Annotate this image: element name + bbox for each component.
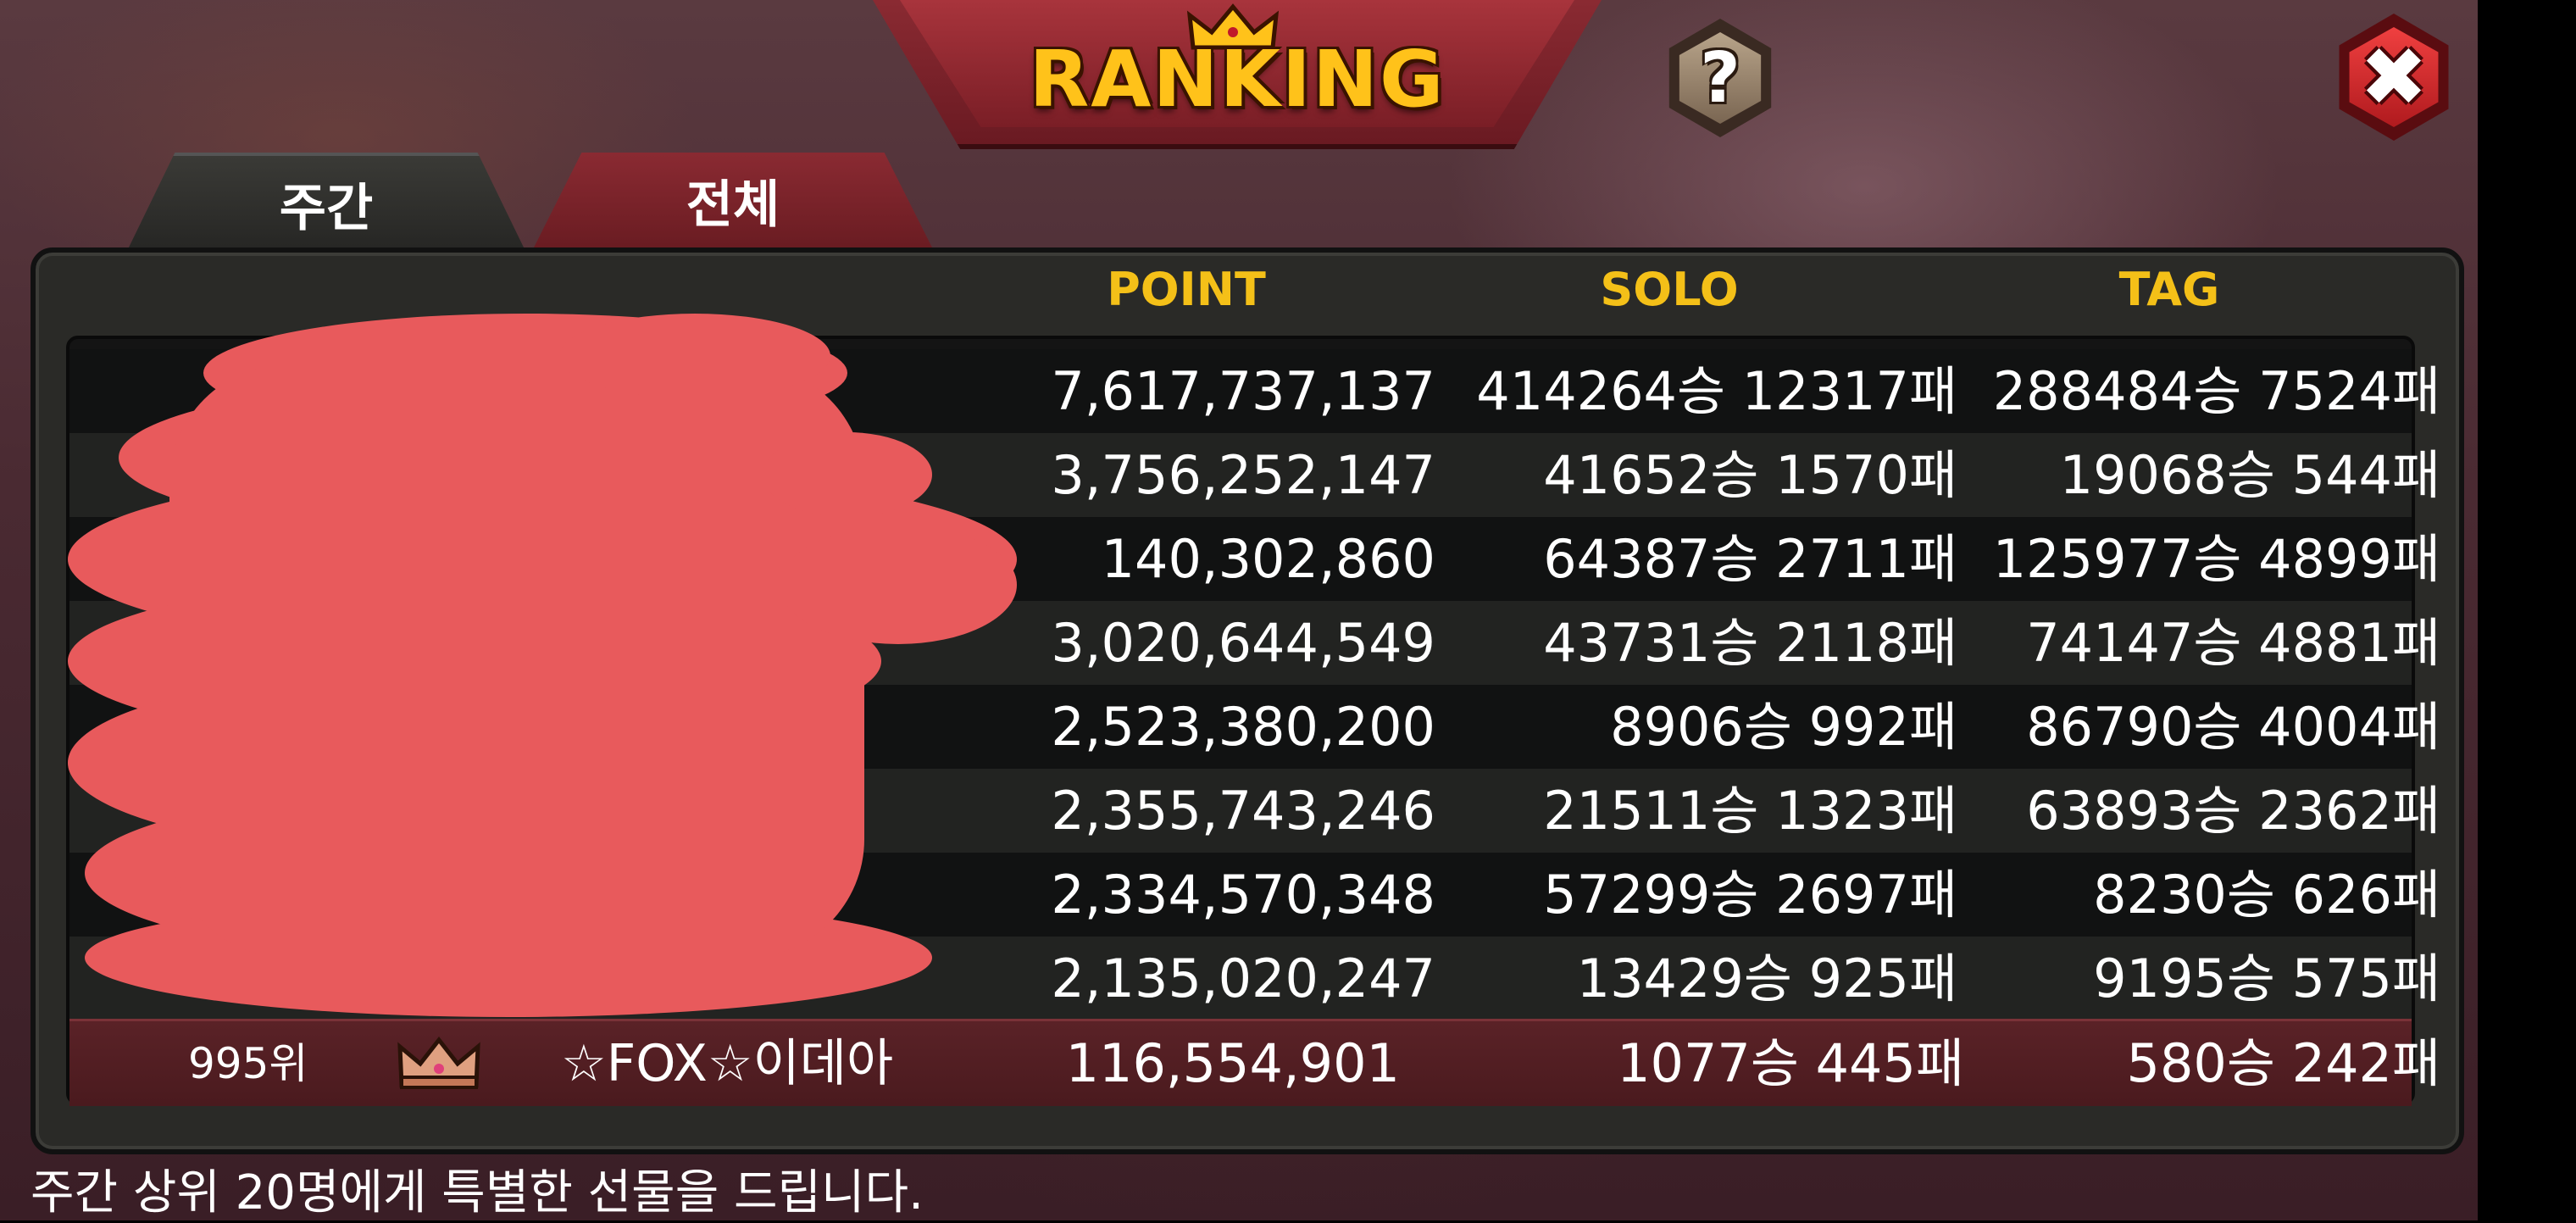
screen-edge (2478, 0, 2576, 1220)
point-cell: 2,334,570,348 (1051, 864, 1435, 926)
solo-cell: 414264승 12317패 (1476, 360, 1957, 422)
tag-cell: 125977승 4899패 (1992, 528, 2440, 590)
page-title: RANKING (1029, 34, 1446, 125)
solo-cell: 57299승 2697패 (1543, 864, 1957, 926)
solo-cell: 8906승 992패 (1610, 696, 1957, 758)
my-point: 116,554,901 (1065, 1032, 1400, 1094)
my-tag: 580승 242패 (2126, 1032, 2440, 1094)
table-row[interactable]: 7,617,737,137 414264승 12317패 288484승 752… (69, 349, 2440, 433)
footer-notice: 주간 상위 20명에게 특별한 선물을 드립니다. (31, 1165, 924, 1220)
point-cell: 3,020,644,549 (1051, 612, 1435, 674)
table-row[interactable]: 3,020,644,549 43731승 2118패 74147승 4881패 (69, 601, 2440, 685)
my-solo: 1077승 445패 (1617, 1032, 1964, 1094)
point-cell: 140,302,860 (1101, 528, 1435, 590)
solo-cell: 13429승 925패 (1576, 948, 1957, 1009)
table-row[interactable]: 2,523,380,200 8906승 992패 86790승 4004패 (69, 685, 2440, 769)
my-rank-label: 995위 (188, 1039, 308, 1088)
tag-cell: 9195승 575패 (2093, 948, 2440, 1009)
column-header-solo: SOLO (1600, 263, 1739, 316)
table-row[interactable]: 2,135,020,247 13429승 925패 9195승 575패 (69, 937, 2440, 1020)
point-cell: 7,617,737,137 (1051, 360, 1435, 422)
tab-weekly[interactable]: 주간 (127, 153, 525, 251)
tag-cell: 86790승 4004패 (2026, 696, 2440, 758)
point-cell: 3,756,252,147 (1051, 444, 1435, 506)
solo-cell: 64387승 2711패 (1543, 528, 1957, 590)
point-cell: 2,135,020,247 (1051, 948, 1435, 1009)
close-icon[interactable]: ✖ (2330, 14, 2457, 141)
solo-cell: 43731승 2118패 (1543, 612, 1957, 674)
table-row[interactable]: 2,334,570,348 57299승 2697패 8230승 626패 (69, 853, 2440, 937)
my-rank-row[interactable]: 995위 ☆FOX☆이데아 116,554,901 1077승 445패 580… (69, 1019, 2440, 1106)
point-cell: 2,355,743,246 (1051, 780, 1435, 842)
tag-cell: 288484승 7524패 (1992, 360, 2440, 422)
tag-cell: 74147승 4881패 (2026, 612, 2440, 674)
rank-crown-icon (397, 1036, 480, 1089)
tag-cell: 63893승 2362패 (2026, 780, 2440, 842)
solo-cell: 41652승 1570패 (1543, 444, 1957, 506)
solo-cell: 21511승 1323패 (1543, 780, 1957, 842)
column-header-tag: TAG (2118, 263, 2220, 316)
table-row[interactable]: 3,756,252,147 41652승 1570패 19068승 544패 (69, 433, 2440, 517)
tag-cell: 19068승 544패 (2059, 444, 2440, 506)
column-header-point: POINT (1107, 263, 1266, 316)
point-cell: 2,523,380,200 (1051, 696, 1435, 758)
tag-cell: 8230승 626패 (2093, 864, 2440, 926)
table-row[interactable]: 140,302,860 64387승 2711패 125977승 4899패 (69, 517, 2440, 601)
table-row[interactable]: 2,355,743,246 21511승 1323패 63893승 2362패 (69, 769, 2440, 853)
my-player-name: ☆FOX☆이데아 (561, 1034, 894, 1093)
question-icon[interactable]: ? (1661, 19, 1779, 137)
tab-all[interactable]: 전체 (534, 153, 932, 247)
